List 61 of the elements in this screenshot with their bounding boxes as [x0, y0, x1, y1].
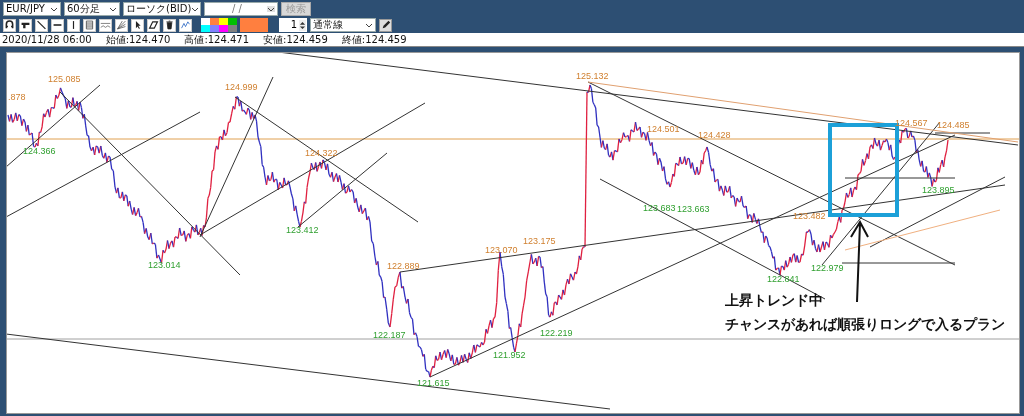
- chart-type-dropdown[interactable]: ローソク(BID): [123, 2, 201, 16]
- annotation-text: チャンスがあれば順張りロングで入るプラン: [725, 315, 1005, 333]
- color-swatch[interactable]: [210, 18, 219, 25]
- price-label: 122.979: [811, 263, 844, 274]
- price-label: 123.412: [286, 225, 319, 236]
- price-value: 終値:124.459: [341, 33, 407, 46]
- color-swatch[interactable]: [201, 25, 210, 32]
- caret-icon[interactable]: [191, 6, 200, 12]
- price-label: 123.175: [523, 236, 556, 247]
- current-color-swatch[interactable]: [240, 18, 268, 32]
- color-swatch[interactable]: [219, 18, 228, 25]
- color-swatch[interactable]: [210, 25, 219, 32]
- annotation-text: 上昇トレンド中: [725, 291, 823, 309]
- price-label: 121.952: [493, 350, 526, 361]
- price-value: 安値:124.459: [263, 33, 328, 46]
- price-label: 122.889: [387, 261, 420, 272]
- pen-icon[interactable]: [379, 18, 392, 32]
- price-label: 124.366: [23, 146, 56, 157]
- price-label: 123.070: [485, 245, 518, 256]
- caret-icon[interactable]: [267, 6, 275, 12]
- price-label: 125.085: [48, 74, 81, 85]
- pointer-icon[interactable]: [131, 18, 144, 32]
- chart-icon[interactable]: [19, 18, 32, 32]
- timestamp: 2020/11/28 06:00: [2, 33, 92, 46]
- fan-lines-icon[interactable]: [115, 18, 128, 32]
- date-field[interactable]: / /: [204, 2, 278, 16]
- price-label: 124.999: [225, 82, 258, 93]
- magnet-icon[interactable]: [3, 18, 16, 32]
- caret-icon[interactable]: [365, 22, 373, 28]
- price-label: 122.219: [540, 328, 573, 339]
- grid-icon[interactable]: [83, 18, 96, 32]
- trash-icon[interactable]: [163, 18, 176, 32]
- line-style-dropdown[interactable]: 通常線: [310, 18, 376, 32]
- price-label: 124.428: [698, 130, 731, 141]
- symbol-dropdown[interactable]: EUR/JPY: [3, 2, 61, 16]
- price-label: 121.615: [417, 378, 450, 389]
- wave-icon[interactable]: [99, 18, 112, 32]
- price-label: 123.895: [922, 185, 955, 196]
- color-swatch[interactable]: [201, 18, 210, 25]
- caret-icon[interactable]: [50, 6, 58, 12]
- price-label: 122.187: [373, 330, 406, 341]
- color-swatch[interactable]: [228, 18, 237, 25]
- color-swatch[interactable]: [219, 25, 228, 32]
- curve-line-icon[interactable]: [179, 18, 192, 32]
- price-label: 124.567: [895, 118, 928, 129]
- price-label: 123.482: [793, 211, 826, 222]
- caret-icon[interactable]: [109, 6, 117, 12]
- price-label: 123.014: [148, 260, 181, 271]
- diagonal-line-icon[interactable]: [35, 18, 48, 32]
- price-value: 始値:124.470: [105, 33, 171, 46]
- price-label: 125.132: [576, 71, 609, 82]
- spin-arrows-icon[interactable]: [299, 19, 306, 31]
- price-label: 124.501: [647, 124, 680, 135]
- line-width-field[interactable]: 1: [279, 18, 307, 32]
- price-label: .878: [8, 92, 26, 103]
- color-swatch[interactable]: [228, 25, 237, 32]
- eraser-icon[interactable]: [147, 18, 160, 32]
- price-value: 高値:124.471: [184, 33, 250, 46]
- price-label: 123.663: [677, 204, 710, 215]
- timeframe-dropdown[interactable]: 60分足: [64, 2, 120, 16]
- price-label: 124.485: [937, 120, 970, 131]
